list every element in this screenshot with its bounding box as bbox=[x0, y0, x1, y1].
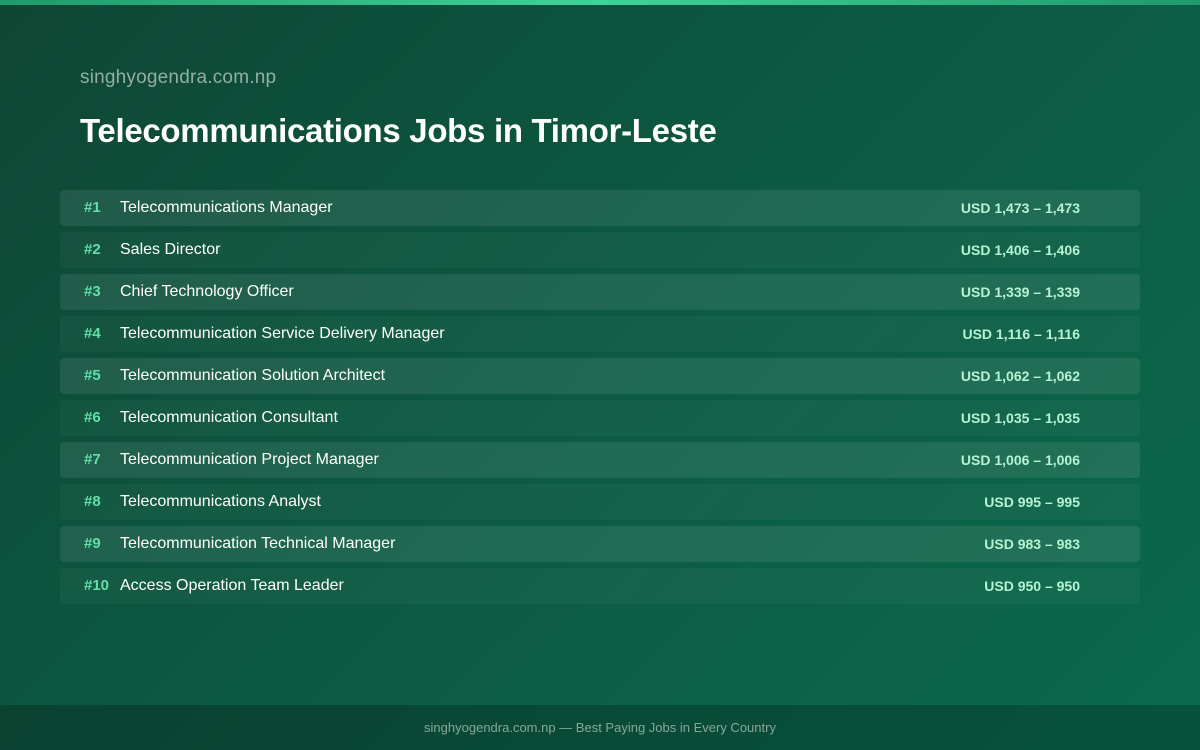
job-rank: #10 bbox=[84, 577, 110, 594]
job-title: Chief Technology Officer bbox=[120, 283, 294, 300]
job-title: Telecommunication Service Delivery Manag… bbox=[120, 325, 445, 342]
job-rank: #8 bbox=[84, 493, 101, 510]
job-salary: USD 1,116 – 1,116 bbox=[962, 326, 1080, 342]
job-row: #1 Telecommunications Manager USD 1,473 … bbox=[60, 190, 1140, 226]
job-title: Telecommunications Manager bbox=[120, 199, 333, 216]
job-row: #3 Chief Technology Officer USD 1,339 – … bbox=[60, 274, 1140, 310]
footer: singhyogendra.com.np — Best Paying Jobs … bbox=[0, 705, 1200, 750]
job-title: Access Operation Team Leader bbox=[120, 577, 344, 594]
page-title: Telecommunications Jobs in Timor-Leste bbox=[80, 112, 717, 149]
job-row: #10 Access Operation Team Leader USD 950… bbox=[60, 568, 1140, 604]
job-rank: #6 bbox=[84, 409, 101, 426]
job-salary: USD 1,006 – 1,006 bbox=[960, 452, 1080, 468]
job-rank: #4 bbox=[84, 325, 101, 342]
job-row: #5 Telecommunication Solution Architect … bbox=[60, 358, 1140, 394]
job-rank: #1 bbox=[84, 199, 101, 216]
job-salary: USD 1,035 – 1,035 bbox=[960, 410, 1080, 426]
job-rank: #5 bbox=[84, 367, 101, 384]
job-salary: USD 1,406 – 1,406 bbox=[960, 242, 1080, 258]
job-title: Telecommunication Consultant bbox=[120, 409, 338, 426]
job-salary: USD 995 – 995 bbox=[984, 494, 1080, 510]
job-title: Telecommunications Analyst bbox=[120, 493, 321, 510]
job-title: Telecommunication Technical Manager bbox=[120, 535, 396, 552]
job-row: #4 Telecommunication Service Delivery Ma… bbox=[60, 316, 1140, 352]
footer-text: singhyogendra.com.np — Best Paying Jobs … bbox=[424, 720, 776, 735]
job-row: #2 Sales Director USD 1,406 – 1,406 bbox=[60, 232, 1140, 268]
site-name: singhyogendra.com.np bbox=[80, 67, 277, 88]
job-row: #6 Telecommunication Consultant USD 1,03… bbox=[60, 400, 1140, 436]
job-title: Telecommunication Solution Architect bbox=[120, 367, 386, 384]
job-title: Telecommunication Project Manager bbox=[120, 451, 379, 468]
job-row: #9 Telecommunication Technical Manager U… bbox=[60, 526, 1140, 562]
job-salary: USD 1,339 – 1,339 bbox=[960, 284, 1080, 300]
job-row: #7 Telecommunication Project Manager USD… bbox=[60, 442, 1140, 478]
job-salary: USD 1,473 – 1,473 bbox=[960, 200, 1080, 216]
job-salary: USD 1,062 – 1,062 bbox=[960, 368, 1080, 384]
job-title: Sales Director bbox=[120, 241, 221, 258]
job-salary: USD 983 – 983 bbox=[984, 536, 1080, 552]
jobs-list: #1 Telecommunications Manager USD 1,473 … bbox=[60, 190, 1140, 610]
top-accent-bar bbox=[0, 0, 1200, 5]
job-rank: #9 bbox=[84, 535, 101, 552]
job-row: #8 Telecommunications Analyst USD 995 – … bbox=[60, 484, 1140, 520]
job-salary: USD 950 – 950 bbox=[984, 578, 1080, 594]
job-rank: #3 bbox=[84, 283, 101, 300]
job-rank: #7 bbox=[84, 451, 101, 468]
job-rank: #2 bbox=[84, 241, 101, 258]
